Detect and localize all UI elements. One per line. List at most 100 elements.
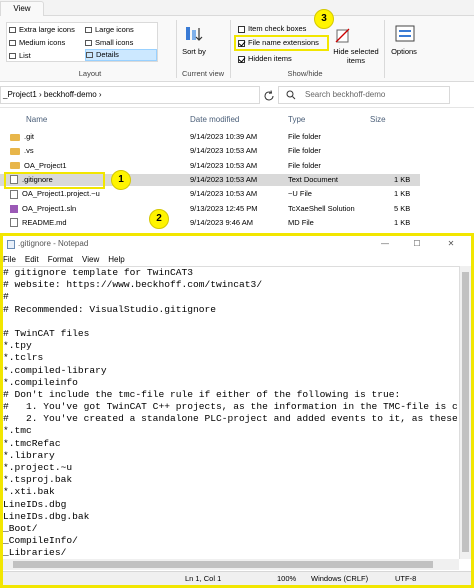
column-name[interactable]: Name <box>26 115 47 124</box>
sort-by-button[interactable]: Sort by <box>180 47 208 56</box>
layout-small-icons[interactable]: Small icons <box>85 37 155 49</box>
divider <box>384 20 385 78</box>
type-cell: File folder <box>288 160 321 170</box>
text-line: # website: https://www.beckhoff.com/twin… <box>3 279 263 291</box>
checkbox[interactable] <box>238 25 245 33</box>
table-row[interactable]: OA_Project1 9/14/2023 10:53 AM File folder <box>0 160 420 173</box>
table-row[interactable]: .vs 9/14/2023 10:53 AM File folder <box>0 145 420 158</box>
layout-gallery: Extra large icons Large icons Medium ico… <box>6 22 158 62</box>
menu-view[interactable]: View <box>82 255 99 264</box>
column-type[interactable]: Type <box>288 115 305 124</box>
options-button[interactable]: Options <box>388 47 420 56</box>
status-zoom: 100% <box>277 574 297 583</box>
notepad-statusbar: Ln 1, Col 1 100% Windows (CRLF) UTF-8 <box>3 571 471 585</box>
file-name-cell: OA_Project1.sln <box>10 203 76 216</box>
file-icon <box>10 189 18 199</box>
checkbox[interactable] <box>238 55 245 63</box>
table-row[interactable]: OA_Project1.project.~u 9/14/2023 10:53 AM… <box>0 188 420 201</box>
file-icon <box>10 218 18 228</box>
address-bar[interactable]: _Project1 › beckhoff-demo › <box>0 86 260 104</box>
menu-format[interactable]: Format <box>48 255 73 264</box>
close-icon[interactable]: ✕ <box>441 236 461 252</box>
badge-3: 3 <box>314 9 334 29</box>
table-row[interactable]: README.md 9/14/2023 9:46 AM MD File 1 KB <box>0 217 420 230</box>
hide-selected-button[interactable]: Hide selected items <box>330 47 382 65</box>
text-line: *.tclrs <box>3 352 44 364</box>
current-view-group-label: Current view <box>181 69 225 78</box>
menu-edit[interactable]: Edit <box>25 255 39 264</box>
type-cell: TcXaeShell Solution <box>288 203 355 213</box>
text-line: *.tsproj.bak <box>3 474 73 486</box>
size-cell: 1 KB <box>394 217 411 227</box>
menu-help[interactable]: Help <box>108 255 124 264</box>
file-name-cell: .git <box>10 131 34 144</box>
file-icon <box>10 204 18 213</box>
menu-file[interactable]: File <box>3 255 16 264</box>
layout-list[interactable]: List <box>9 50 81 62</box>
column-size[interactable]: Size <box>370 115 386 124</box>
text-line: # 2. You've created a standalone PLC-pro… <box>3 413 459 425</box>
date-cell: 9/14/2023 9:46 AM <box>190 217 253 227</box>
folder-icon <box>10 133 20 141</box>
small-icons-icon <box>85 40 92 46</box>
layout-medium-icons[interactable]: Medium icons <box>9 37 81 49</box>
date-cell: 9/14/2023 10:53 AM <box>190 189 258 199</box>
minimize-icon[interactable]: — <box>375 236 395 252</box>
notepad-title: .gitignore - Notepad <box>18 239 89 248</box>
text-line: *.xti.bak <box>3 486 55 498</box>
refresh-icon[interactable] <box>263 90 275 102</box>
layout-details[interactable]: Details <box>85 49 157 61</box>
type-cell: MD File <box>288 217 314 227</box>
hide-selected-icon <box>334 28 352 44</box>
text-line: # gitignore template for TwinCAT3 <box>3 267 193 278</box>
layout-large-icons[interactable]: Large icons <box>85 24 155 36</box>
list-icon <box>9 53 16 59</box>
size-cell: 1 KB <box>394 189 411 199</box>
text-line: _Boot/ <box>3 522 38 534</box>
scroll-thumb[interactable] <box>462 272 469 552</box>
show-hide-group-label: Show/hide <box>287 69 323 78</box>
badge-1: 1 <box>111 170 131 190</box>
notepad-icon <box>7 240 15 249</box>
text-line <box>3 316 459 328</box>
date-cell: 9/14/2023 10:39 AM <box>190 132 258 141</box>
text-line: *.compileinfo <box>3 376 78 388</box>
text-line: *.tpy <box>3 340 32 352</box>
text-line: *.project.~u <box>3 462 73 473</box>
layout-extra-large-icons[interactable]: Extra large icons <box>9 24 81 36</box>
notepad-titlebar: .gitignore - Notepad — ☐ ✕ <box>3 236 471 252</box>
text-line: *.tmc <box>3 425 32 437</box>
options-icon <box>394 24 416 44</box>
divider <box>230 20 231 78</box>
size-cell: 5 KB <box>394 203 411 213</box>
text-line: # <box>3 291 9 303</box>
tab-view[interactable]: View <box>0 1 44 16</box>
hidden-items-toggle[interactable]: Hidden items <box>238 53 292 65</box>
scroll-thumb[interactable] <box>13 561 433 568</box>
text-line: LineIDs.dbg <box>3 498 67 510</box>
text-line: # TwinCAT files <box>3 327 90 339</box>
notepad-text-area[interactable]: # gitignore template for TwinCAT3 # websi… <box>3 266 459 559</box>
search-input[interactable]: Search beckhoff-demo <box>278 86 450 104</box>
extra-large-icons-icon <box>9 27 16 33</box>
status-eol: Windows (CRLF) <box>311 574 369 583</box>
status-position: Ln 1, Col 1 <box>185 574 222 583</box>
sort-by-icon <box>184 24 204 44</box>
table-row[interactable]: OA_Project1.sln 9/13/2023 12:45 PM TcXaeSh… <box>0 203 420 216</box>
column-date[interactable]: Date modified <box>190 115 239 124</box>
highlight-box-1 <box>4 172 105 189</box>
text-line: _CompileInfo/ <box>3 535 78 547</box>
table-row[interactable]: .git 9/14/2023 10:39 AM File folder <box>0 131 420 144</box>
status-encoding: UTF-8 <box>395 574 417 583</box>
search-icon <box>286 90 296 100</box>
text-line: *.compiled-library <box>3 364 107 376</box>
text-line: # 1. You've got TwinCAT C++ projects, as… <box>3 401 459 413</box>
text-line: LineIDs.dbg.bak <box>3 510 90 522</box>
item-check-boxes-toggle[interactable]: Item check boxes <box>238 23 306 35</box>
horizontal-scrollbar[interactable] <box>3 559 459 570</box>
vertical-scrollbar[interactable] <box>459 266 471 559</box>
maximize-icon[interactable]: ☐ <box>407 236 427 252</box>
date-cell: 9/14/2023 10:53 AM <box>190 160 258 170</box>
large-icons-icon <box>85 27 92 33</box>
layout-group-label: Layout <box>78 69 102 78</box>
